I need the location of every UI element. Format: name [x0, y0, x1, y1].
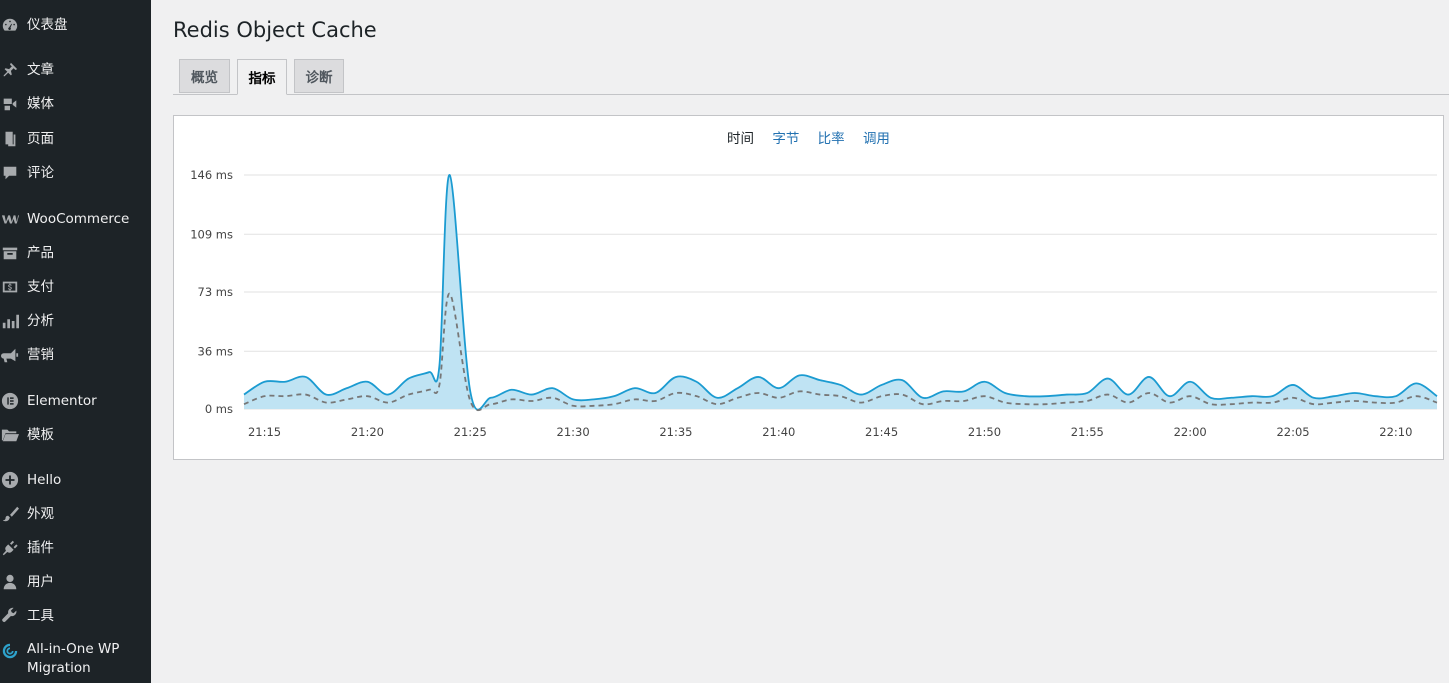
sidebar-item-label: 页面 — [27, 130, 54, 147]
tab-bar: 概览 指标 诊断 — [173, 58, 1449, 95]
sidebar-item-18[interactable]: All-in-One WP Migration — [0, 640, 151, 682]
sidebar-item-2[interactable]: 文章 — [0, 54, 151, 86]
pages-icon — [0, 129, 20, 149]
admin-sidebar: 仪表盘文章媒体页面评论 WooCommerce 产品支付分析营销 Elementor 模… — [0, 0, 151, 683]
brush-icon — [0, 504, 20, 524]
sidebar-item-6[interactable]: WooCommerce — [0, 203, 151, 235]
money-icon — [0, 277, 20, 297]
x-tick-label: 21:45 — [865, 425, 898, 439]
plus-circle-icon — [0, 470, 20, 490]
sidebar-item-label: 用户 — [27, 573, 54, 590]
sidebar-item-10[interactable]: 营销 — [0, 339, 151, 371]
x-tick-label: 21:25 — [454, 425, 487, 439]
x-tick-label: 21:20 — [351, 425, 384, 439]
dashboard-icon — [0, 15, 20, 35]
x-tick-label: 21:55 — [1071, 425, 1104, 439]
pushpin-icon — [0, 60, 20, 80]
sidebar-item-label: 插件 — [27, 539, 54, 556]
x-tick-label: 21:35 — [659, 425, 692, 439]
sidebar-item-3[interactable]: 媒体 — [0, 88, 151, 120]
main-content: Redis Object Cache 概览 指标 诊断 时间 字节 比率 调用 … — [151, 0, 1449, 683]
sidebar-item-label: 工具 — [27, 607, 54, 624]
sidebar-item-14[interactable]: 外观 — [0, 498, 151, 530]
y-tick-label: 109 ms — [190, 227, 233, 241]
sidebar-item-4[interactable]: 页面 — [0, 123, 151, 155]
sidebar-item-5[interactable]: 评论 — [0, 157, 151, 189]
sidebar-item-label: WooCommerce — [27, 210, 130, 227]
page-title: Redis Object Cache — [173, 18, 377, 42]
sidebar-item-label: 营销 — [27, 346, 54, 363]
x-tick-label: 22:10 — [1379, 425, 1412, 439]
x-tick-label: 21:15 — [248, 425, 281, 439]
sidebar-item-label: 支付 — [27, 278, 54, 295]
sidebar-item-12[interactable]: 模板 — [0, 419, 151, 451]
sidebar-item-7[interactable]: 产品 — [0, 237, 151, 269]
sidebar-item-label: All-in-One WP Migration — [27, 641, 120, 676]
tab-metrics[interactable]: 指标 — [237, 59, 287, 95]
sidebar-item-label: 模板 — [27, 426, 54, 443]
sidebar-item-9[interactable]: 分析 — [0, 305, 151, 337]
sidebar-item-label: 仪表盘 — [27, 16, 68, 33]
sidebar-item-1[interactable]: 仪表盘 — [0, 9, 151, 41]
sidebar-item-13[interactable]: Hello — [0, 464, 151, 496]
tab-overview[interactable]: 概览 — [179, 59, 230, 93]
megaphone-icon — [0, 345, 20, 365]
comment-icon — [0, 163, 20, 183]
sidebar-item-17[interactable]: 工具 — [0, 600, 151, 632]
media-icon — [0, 94, 20, 114]
y-tick-label: 146 ms — [190, 168, 233, 182]
x-tick-label: 21:30 — [557, 425, 590, 439]
sidebar-item-8[interactable]: 支付 — [0, 271, 151, 303]
sidebar-item-label: 媒体 — [27, 95, 54, 112]
migration-icon — [0, 641, 20, 661]
sidebar-item-label: 评论 — [27, 164, 54, 181]
sidebar-item-15[interactable]: 插件 — [0, 532, 151, 564]
bar-chart-icon — [0, 311, 20, 331]
y-tick-label: 36 ms — [198, 344, 233, 358]
sidebar-item-label: Elementor — [27, 392, 97, 409]
x-tick-label: 21:40 — [762, 425, 795, 439]
folder-open-icon — [0, 425, 20, 445]
sidebar-item-label: 外观 — [27, 505, 54, 522]
y-tick-label: 73 ms — [198, 285, 233, 299]
sidebar-item-label: Hello — [27, 471, 62, 488]
tab-diagnostics[interactable]: 诊断 — [294, 59, 344, 93]
user-icon — [0, 572, 20, 592]
woocommerce-icon — [0, 209, 20, 229]
metrics-chart-panel: 时间 字节 比率 调用 0 ms 36 ms 73 ms 109 ms 146 ms 21… — [173, 115, 1444, 460]
sidebar-item-16[interactable]: 用户 — [0, 566, 151, 598]
archive-icon — [0, 243, 20, 263]
x-tick-label: 22:05 — [1276, 425, 1309, 439]
elementor-icon — [0, 391, 20, 411]
metrics-chart: 0 ms 36 ms 73 ms 109 ms 146 ms 21:15 21:20 21:2… — [190, 168, 1438, 439]
y-tick-label: 0 ms — [205, 402, 233, 416]
sidebar-item-label: 分析 — [27, 312, 54, 329]
sidebar-item-11[interactable]: Elementor — [0, 385, 151, 417]
plug-icon — [0, 538, 20, 558]
x-tick-label: 21:50 — [968, 425, 1001, 439]
x-tick-label: 22:00 — [1174, 425, 1207, 439]
sidebar-item-label: 产品 — [27, 244, 54, 261]
sidebar-item-label: 文章 — [27, 61, 54, 78]
wrench-icon — [0, 606, 20, 626]
